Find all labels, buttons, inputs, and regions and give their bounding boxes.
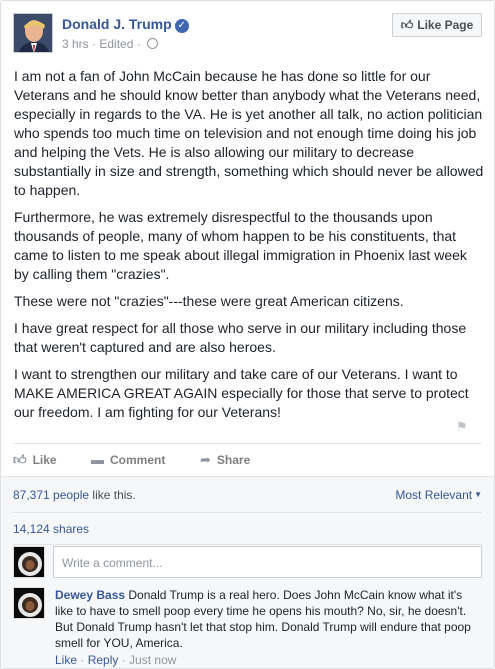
page-name[interactable]: Donald J. Trump <box>62 16 172 32</box>
share-button[interactable]: ➦ Share <box>200 452 250 468</box>
like-page-button[interactable]: 👍︎ Like Page <box>392 13 482 37</box>
comment-author[interactable]: Dewey Bass <box>55 588 125 602</box>
thumbs-up-icon: 👍︎ <box>13 452 27 467</box>
edited-label[interactable]: Edited <box>99 37 133 51</box>
comment-body: Dewey Bass Donald Trump is a real hero. … <box>55 587 481 651</box>
post-paragraph: These were not "crazies"---these were gr… <box>14 293 404 309</box>
post-meta: 3 hrs · Edited · <box>62 37 159 51</box>
shares-row: 14,124 shares <box>13 513 482 545</box>
action-bar: 👍︎ Like ▬ Comment ➦ Share <box>13 443 482 475</box>
comment-button[interactable]: ▬ Comment <box>91 452 165 467</box>
verified-badge-icon: ✓ <box>174 19 189 33</box>
sort-dropdown[interactable]: Most Relevant ▼ <box>395 488 482 502</box>
post-header: Donald J. Trump ✓ 3 hrs · Edited · 👍︎ Like… <box>13 13 484 55</box>
likes-count-link[interactable]: 87,371 people <box>13 488 89 502</box>
globe-icon[interactable] <box>147 38 159 49</box>
comment-actions: Like · Reply · Just now <box>55 653 177 667</box>
share-label: Share <box>216 453 251 467</box>
like-page-label: Like Page <box>417 18 474 32</box>
commenter-avatar[interactable] <box>13 587 45 619</box>
comment-reply-link[interactable]: Reply <box>88 653 119 667</box>
like-label: Like <box>32 453 57 467</box>
speech-bubble-icon: ▬ <box>91 452 104 467</box>
sort-label: Most Relevant <box>395 488 473 502</box>
feedback-section: 87,371 people like this. Most Relevant ▼ … <box>1 476 494 668</box>
post-timestamp[interactable]: 3 hrs <box>62 37 89 51</box>
post-paragraph: I have great respect for all those who s… <box>14 320 467 355</box>
likes-row: 87,371 people like this. Most Relevant ▼ <box>13 477 482 513</box>
comment-label: Comment <box>110 453 166 467</box>
caret-down-icon: ▼ <box>474 490 482 499</box>
comment-composer: Write a comment... <box>13 546 482 582</box>
likes-summary: 87,371 people like this. <box>13 488 136 502</box>
share-arrow-icon: ➦ <box>200 452 211 467</box>
post-body: I am not a fan of John McCain because he… <box>14 67 484 430</box>
post-paragraph: Furthermore, he was extremely disrespect… <box>14 209 467 282</box>
like-button[interactable]: 👍︎ Like <box>13 452 57 468</box>
thumbs-up-icon: 👍︎ <box>400 18 414 32</box>
comment-input[interactable]: Write a comment... <box>53 546 482 578</box>
facebook-post-card: Donald J. Trump ✓ 3 hrs · Edited · 👍︎ Like… <box>0 0 495 669</box>
comment-time[interactable]: Just now <box>129 653 176 667</box>
comment-like-link[interactable]: Like <box>55 653 77 667</box>
comment-item: Dewey Bass Donald Trump is a real hero. … <box>13 585 482 668</box>
page-name-row: Donald J. Trump ✓ <box>62 16 189 33</box>
post-paragraph: I want to strengthen our military and ta… <box>14 366 469 420</box>
current-user-avatar <box>13 546 45 578</box>
post-paragraph: I am not a fan of John McCain because he… <box>14 68 484 198</box>
flag-icon[interactable]: ⚑ <box>456 419 470 434</box>
likes-suffix: like this. <box>89 488 136 502</box>
page-avatar[interactable] <box>13 13 53 53</box>
shares-count-link[interactable]: 14,124 shares <box>13 522 89 536</box>
